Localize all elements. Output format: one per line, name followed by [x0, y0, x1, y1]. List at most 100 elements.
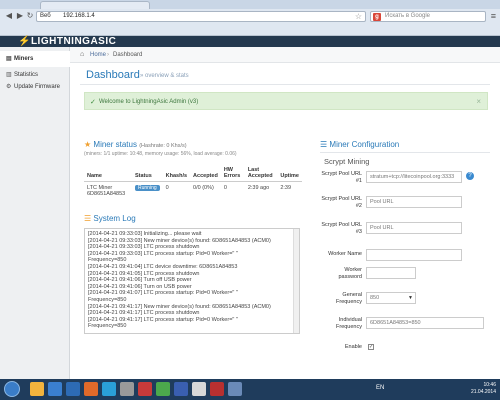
- enable-label: Enable: [344, 344, 362, 350]
- miner-status-cell: Running: [132, 181, 163, 200]
- chevron-down-icon: ▼: [408, 295, 413, 301]
- pool-url-1-input[interactable]: stratum+tcp://litecoinpool.org:3333: [366, 171, 462, 183]
- system-clock[interactable]: 10:46 21.04.2014: [471, 382, 496, 396]
- last-accepted-cell: 2:39 ago: [244, 181, 278, 200]
- miner-status-heading: ★ Miner status (Hashrate: 0 Khs/s): [84, 140, 187, 149]
- app-icon[interactable]: [120, 382, 134, 396]
- accepted-cell: 0/0 (0%): [190, 181, 221, 200]
- firefox-icon[interactable]: [84, 382, 98, 396]
- miner-config-title: Miner Configuration: [329, 140, 400, 149]
- uptime-cell: 2:39: [277, 181, 302, 200]
- welcome-alert: ✓ Welcome to LightningAsic Admin (v3) ×: [84, 92, 488, 110]
- browser-chrome: ◀ ▶ ↻ Веб 192.168.1.4 ☆ g Искать в Googl…: [0, 0, 500, 36]
- log-line: [2014-04-21 09:41:17] New miner device(s…: [88, 303, 271, 310]
- opera-icon[interactable]: [138, 382, 152, 396]
- log-line: [2014-04-21 09:41:17] LTC process shutdo…: [88, 310, 200, 317]
- skype-icon[interactable]: [102, 382, 116, 396]
- log-line: [2014-04-21 09:41:06] Turn on USB power: [88, 283, 192, 290]
- column-header[interactable]: Khash/s: [162, 165, 191, 182]
- individual-frequency-label: Individual Frequency: [336, 317, 362, 330]
- log-line: Frequency=850: [88, 323, 127, 330]
- breadcrumb-separator: ›: [107, 52, 109, 58]
- tab-strip: [0, 0, 500, 9]
- worker-password-input[interactable]: [366, 267, 416, 279]
- explorer-icon[interactable]: [30, 382, 44, 396]
- clock-time: 10:46: [483, 382, 496, 388]
- column-header[interactable]: HW Errors: [220, 165, 245, 182]
- table-row: LTC Miner 6D8651A84853 Running 0 0/0 (0%…: [84, 181, 302, 200]
- media-icon[interactable]: [66, 382, 80, 396]
- breadcrumb: ⌂ Home › Dashboard: [70, 47, 500, 63]
- logo[interactable]: ⚡LIGHTNINGASIC: [18, 36, 116, 47]
- sidebar-item-label: Update Firmware: [14, 84, 61, 90]
- log-line: [2014-04-21 09:33:03] New miner device(s…: [88, 237, 271, 244]
- close-icon[interactable]: ×: [476, 97, 481, 106]
- language-indicator[interactable]: EN: [376, 385, 384, 391]
- navigation-row: ◀ ▶ ↻ Веб 192.168.1.4 ☆ g Искать в Googl…: [2, 11, 498, 23]
- hashrate-label: (Hashrate: 0 Khs/s): [139, 143, 187, 149]
- app-icon[interactable]: [192, 382, 206, 396]
- column-header[interactable]: Accepted: [190, 165, 221, 182]
- log-line: [2014-04-21 09:41:17] LTC process startu…: [88, 316, 238, 323]
- breadcrumb-home[interactable]: Home: [90, 52, 106, 58]
- log-line: [2014-04-21 09:41:04] LTC device downtim…: [88, 263, 238, 270]
- hw-errors-cell: 0: [220, 181, 245, 200]
- system-log-textarea[interactable]: [2014-04-21 09:33:03] Initializing... pl…: [84, 228, 300, 334]
- menu-icon[interactable]: ≡: [491, 11, 496, 21]
- log-line: [2014-04-21 09:41:07] LTC process startu…: [88, 290, 238, 297]
- url-text: 192.168.1.4: [63, 13, 95, 19]
- app-icon[interactable]: [228, 382, 242, 396]
- log-line: Frequency=850: [88, 296, 127, 303]
- divider: [320, 152, 490, 153]
- general-frequency-select[interactable]: 850 ▼: [366, 292, 416, 304]
- individual-frequency-input[interactable]: 6D8651A84853=850: [366, 317, 484, 329]
- sidebar-item-miners[interactable]: ▤ Miners: [0, 51, 70, 67]
- log-line: [2014-04-21 09:41:06] Turn off USB power: [88, 277, 192, 284]
- log-line: [2014-04-21 09:33:03] LTC process shutdo…: [88, 244, 200, 251]
- sidebar: ▤ Miners ▥ Statistics ⚙ Update Firmware: [0, 47, 70, 379]
- reload-icon[interactable]: ↻: [25, 11, 35, 21]
- address-bar[interactable]: Веб 192.168.1.4 ☆: [36, 11, 366, 22]
- forward-icon[interactable]: ▶: [15, 11, 25, 21]
- enable-checkbox[interactable]: ✓: [368, 344, 374, 350]
- worker-password-label: Worker password: [338, 267, 362, 280]
- log-scrollbar[interactable]: [293, 229, 299, 333]
- system-log-heading: ☰ System Log: [84, 214, 136, 223]
- bookmark-star-icon[interactable]: ☆: [355, 12, 362, 22]
- miners-icon: ▤: [6, 56, 12, 62]
- column-header[interactable]: Uptime: [277, 165, 302, 182]
- page-title: Dashboard: [86, 69, 140, 81]
- worker-name-input[interactable]: [366, 249, 462, 261]
- system-log-title: System Log: [93, 214, 136, 223]
- sidebar-item-update-firmware[interactable]: ⚙ Update Firmware: [0, 79, 70, 95]
- browser-tab[interactable]: [40, 1, 150, 9]
- page-subtitle: » overview & stats: [140, 73, 189, 79]
- help-icon[interactable]: ?: [466, 172, 474, 180]
- pool-url-2-label: Scrypt Pool URL #2: [321, 196, 362, 209]
- log-line: [2014-04-21 09:41:05] LTC process shutdo…: [88, 270, 200, 277]
- column-header[interactable]: Name: [84, 165, 132, 182]
- miner-status-summary: (miners: 1/1 uptime: 10:48, memory usage…: [84, 151, 237, 157]
- pool-url-2-input[interactable]: Pool URL: [366, 196, 462, 208]
- back-icon[interactable]: ◀: [4, 11, 14, 21]
- miner-name: LTC Miner 6D8651A84853: [84, 181, 132, 200]
- pool-url-1-label: Scrypt Pool URL #1: [321, 171, 362, 184]
- pool-url-3-input[interactable]: Pool URL: [366, 222, 462, 234]
- home-icon: ⌂: [80, 51, 85, 58]
- search-bar[interactable]: g Искать в Google: [370, 11, 486, 22]
- app-icon[interactable]: [210, 382, 224, 396]
- taskbar: EN 10:46 21.04.2014: [0, 379, 500, 400]
- app-icon[interactable]: [174, 382, 188, 396]
- start-button[interactable]: [4, 381, 20, 397]
- miner-table: Name Status Khash/s Accepted HW Errors L…: [84, 165, 302, 200]
- utorrent-icon[interactable]: [156, 382, 170, 396]
- column-header[interactable]: Status: [132, 165, 163, 182]
- clock-date: 21.04.2014: [470, 389, 496, 395]
- ie-icon[interactable]: [48, 382, 62, 396]
- star-icon: ★: [84, 140, 92, 149]
- column-header[interactable]: Last Accepted: [244, 165, 278, 182]
- log-line: [2014-04-21 09:33:03] LTC process startu…: [88, 250, 238, 257]
- search-placeholder: Искать в Google: [385, 13, 431, 19]
- pool-url-3-label: Scrypt Pool URL #3: [321, 222, 362, 235]
- general-frequency-value: 850: [370, 295, 380, 301]
